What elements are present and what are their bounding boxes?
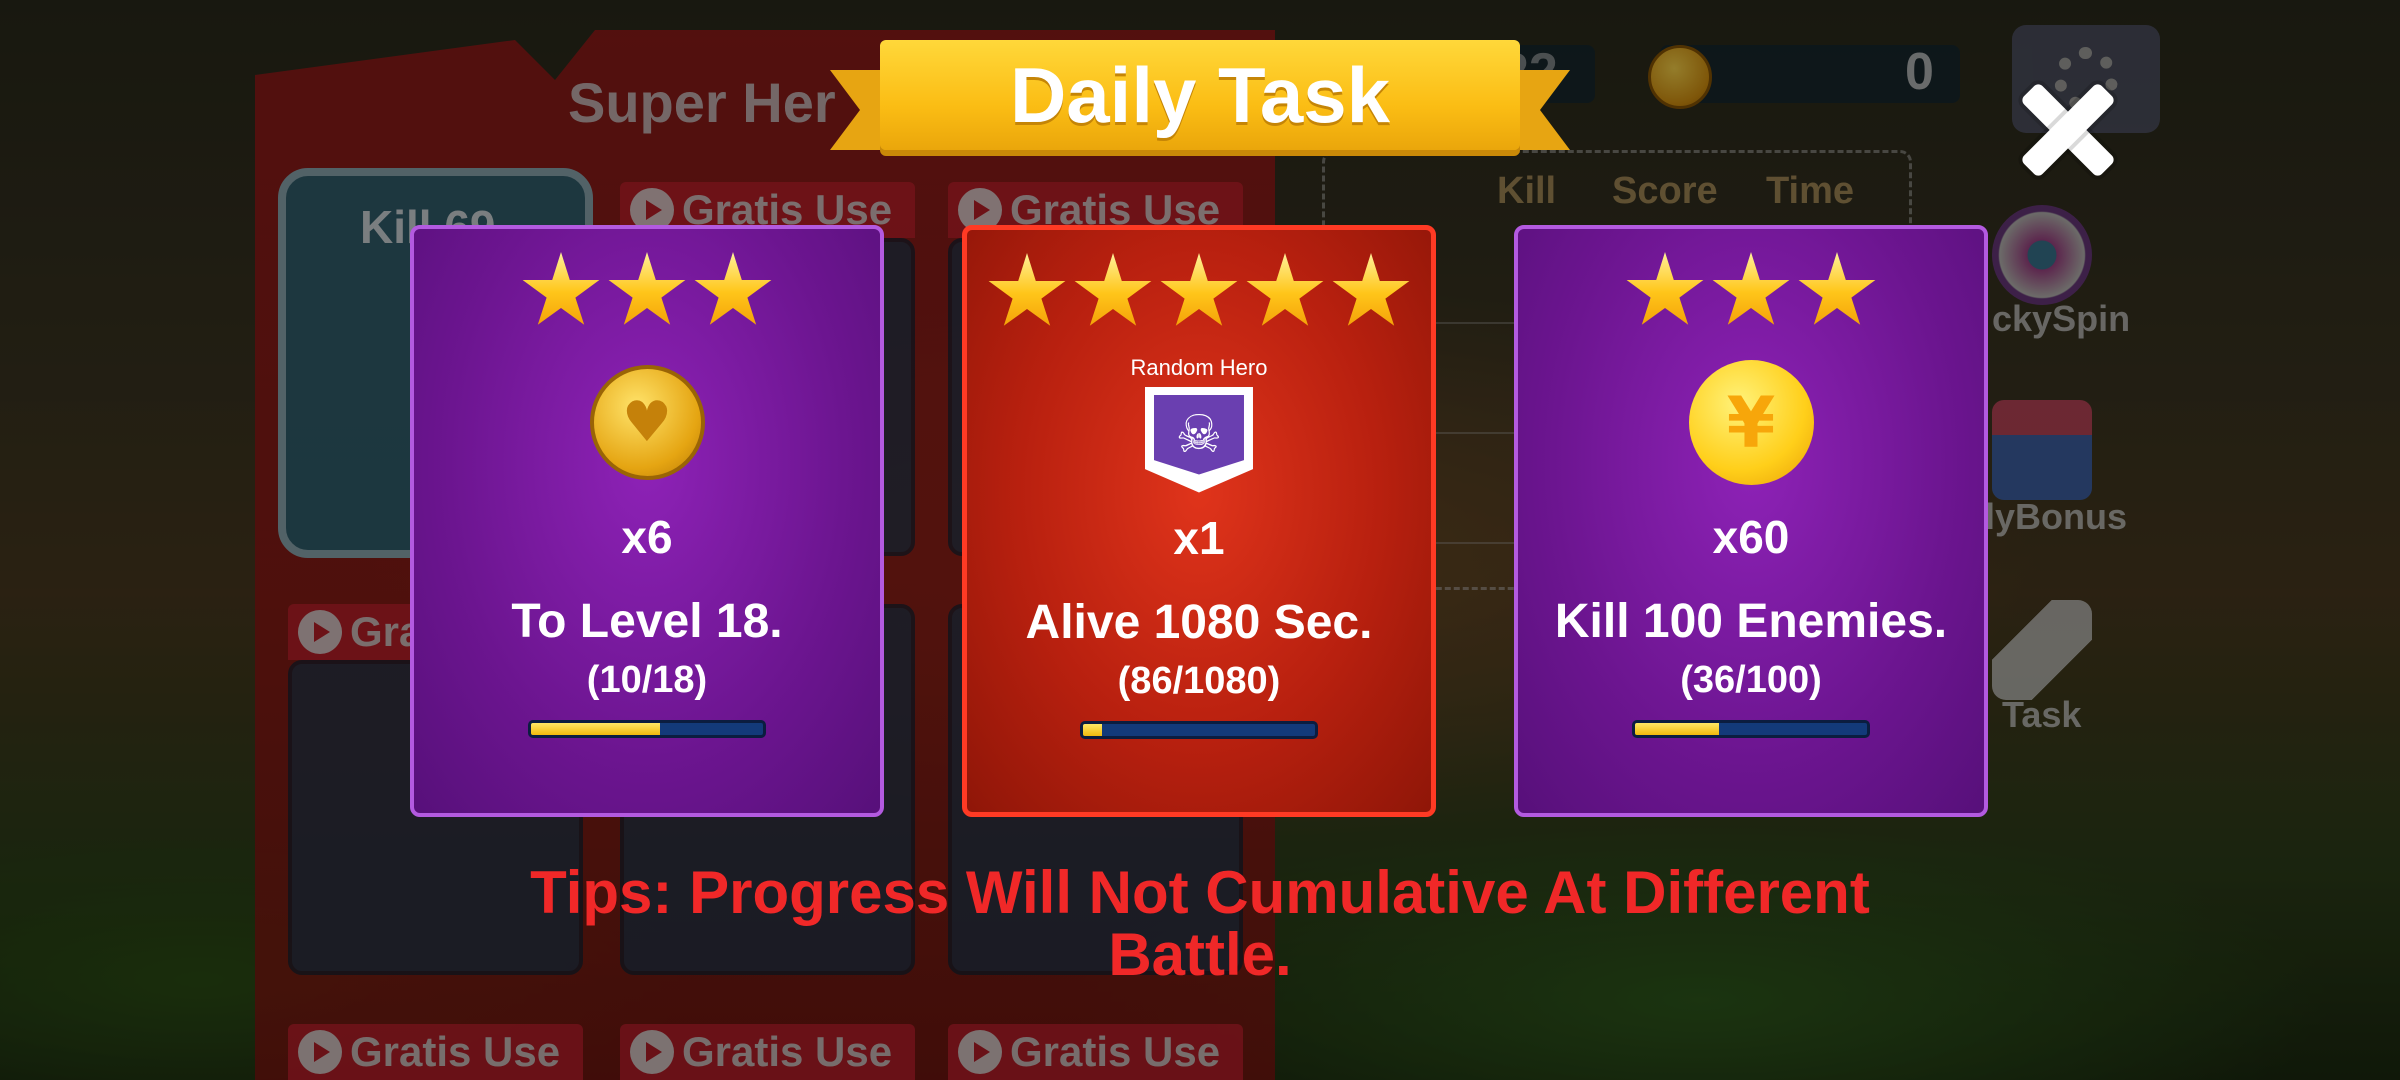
progress-fill [1635, 723, 1719, 735]
star-rating [987, 248, 1411, 338]
star-icon [1626, 252, 1704, 325]
star-icon [1246, 253, 1324, 326]
skull-icon: ☠ [1153, 394, 1244, 475]
star-icon [694, 252, 772, 325]
star-icon [1798, 252, 1876, 325]
tips-text: Tips: Progress Will Not Cumulative At Di… [0, 862, 2400, 986]
task-card[interactable]: Random Hero ☠ x1 Alive 1080 Sec. (86/108… [962, 225, 1436, 817]
progress-bar [1632, 720, 1870, 738]
task-progress-text: (36/100) [1680, 659, 1822, 701]
task-description: Alive 1080 Sec. [1025, 596, 1373, 649]
daily-task-banner: Daily Task [830, 40, 1570, 160]
reward: Random Hero ☠ [1130, 346, 1268, 501]
close-button[interactable] [2018, 80, 2118, 180]
modal-title: Daily Task [1009, 50, 1391, 139]
star-icon [1160, 253, 1238, 326]
reward-count: x6 [621, 511, 673, 563]
reward-label: Random Hero [1130, 354, 1268, 380]
reward-count: x60 [1712, 511, 1790, 563]
heart-coin-icon: ♥ [589, 365, 705, 480]
reward: ¥ [1688, 345, 1814, 500]
task-card[interactable]: ♥ x6 To Level 18. (10/18) [410, 225, 884, 817]
task-progress-text: (10/18) [586, 659, 708, 701]
star-icon [1332, 253, 1410, 326]
banner-plate: Daily Task [880, 40, 1520, 150]
reward-count: x1 [1173, 512, 1225, 564]
yen-coin-icon: ¥ [1688, 360, 1814, 485]
progress-bar [1080, 721, 1318, 739]
progress-bar [528, 720, 766, 738]
progress-fill [1083, 724, 1102, 736]
star-icon [988, 253, 1066, 326]
task-progress-text: (86/1080) [1117, 660, 1281, 702]
task-description: To Level 18. [511, 595, 783, 648]
tips-line-2: Battle. [1108, 921, 1292, 988]
skull-shield-icon: ☠ [1144, 386, 1253, 493]
star-icon [522, 252, 600, 325]
star-icon [1712, 252, 1790, 325]
task-description: Kill 100 Enemies. [1554, 595, 1948, 648]
star-rating [1625, 247, 1877, 337]
tips-line-1: Tips: Progress Will Not Cumulative At Di… [530, 859, 1870, 926]
progress-fill [531, 723, 660, 735]
reward: ♥ [589, 345, 705, 500]
task-card[interactable]: ¥ x60 Kill 100 Enemies. (36/100) [1514, 225, 1988, 817]
star-rating [521, 247, 773, 337]
star-icon [1074, 253, 1152, 326]
star-icon [608, 252, 686, 325]
